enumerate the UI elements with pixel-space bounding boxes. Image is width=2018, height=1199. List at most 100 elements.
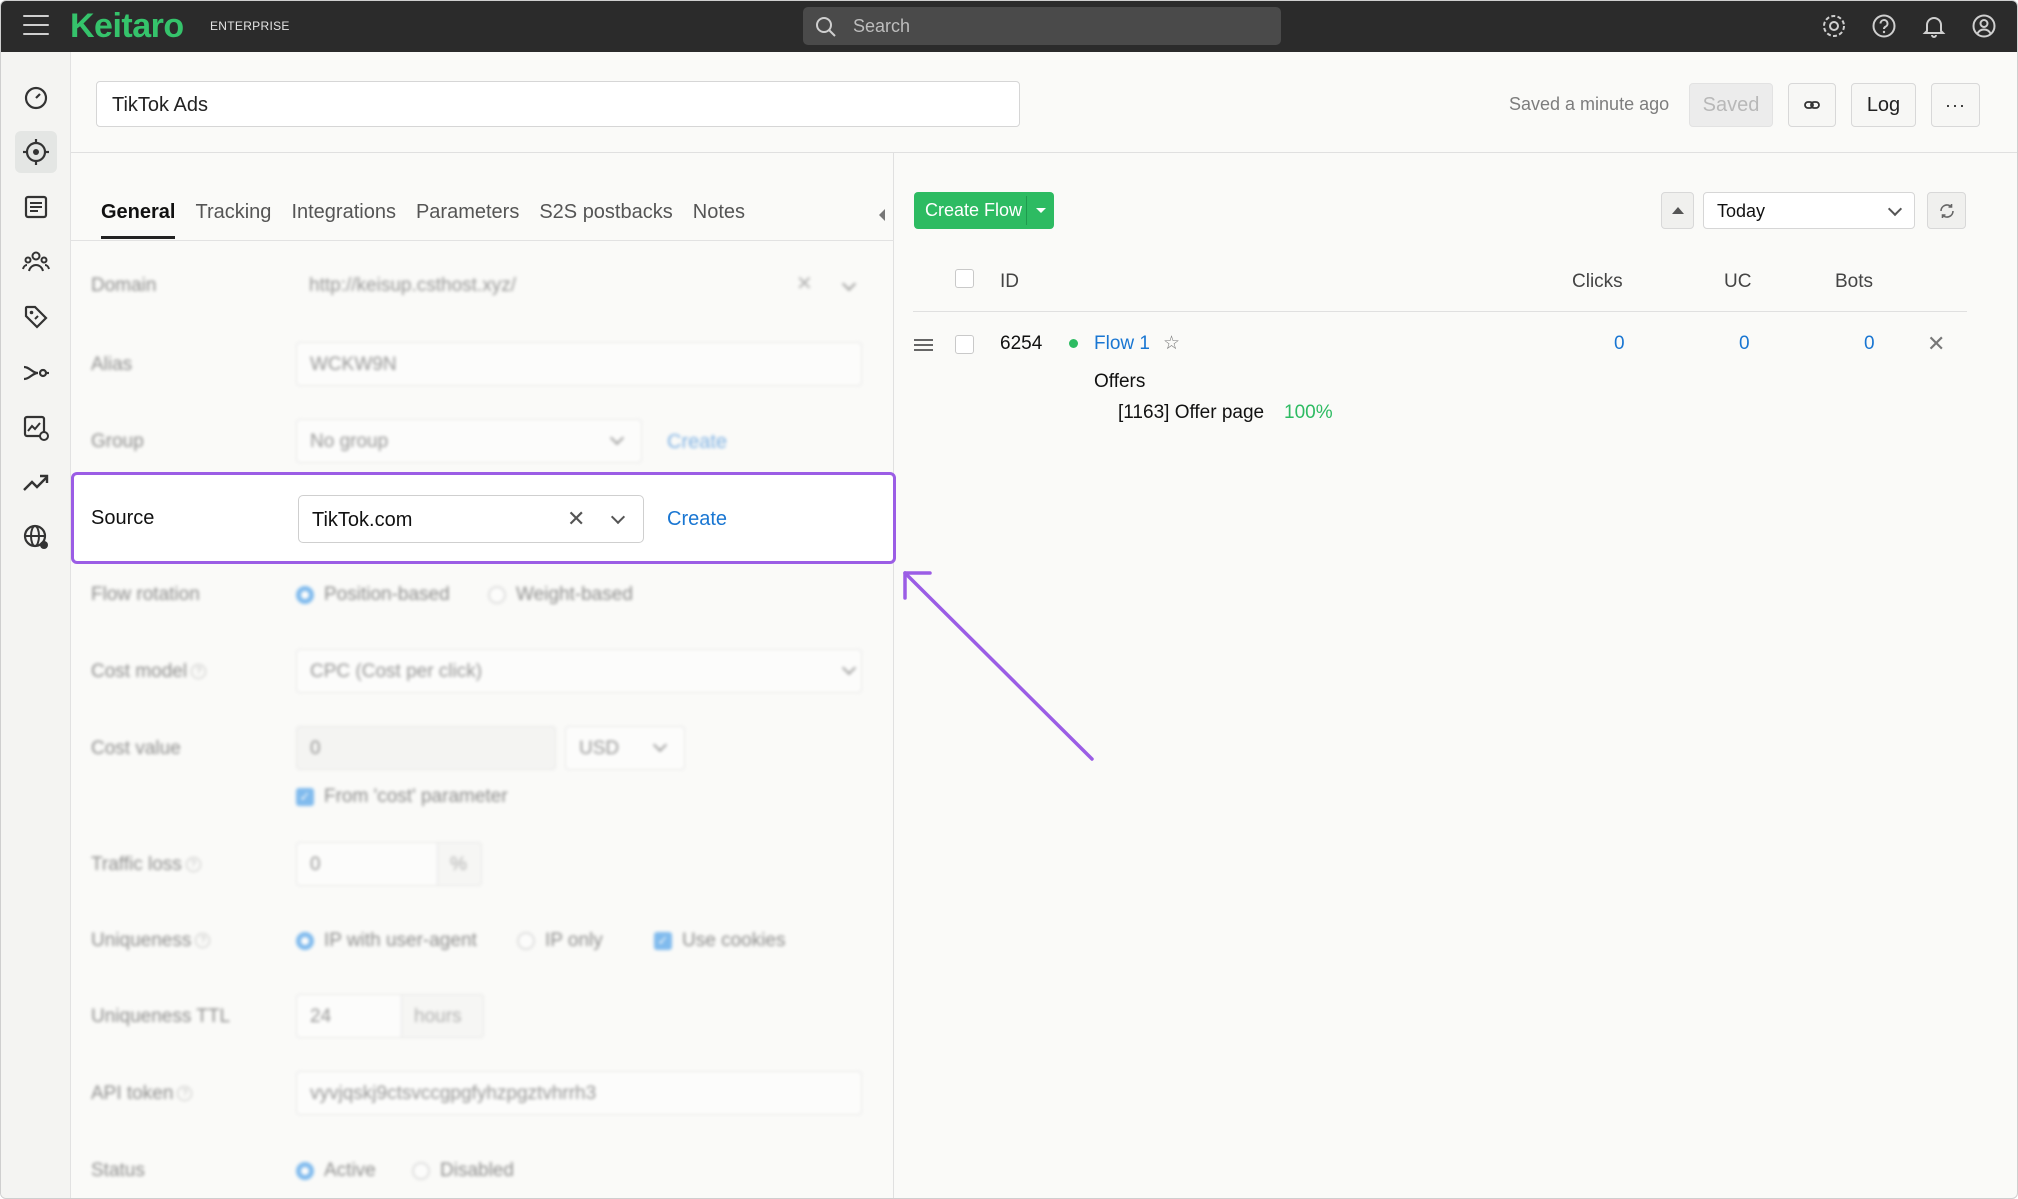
- column-header-id[interactable]: ID: [1000, 271, 1019, 293]
- saved-status: Saved a minute ago: [1509, 94, 1670, 114]
- campaign-name-input[interactable]: TikTok Ads: [96, 81, 1020, 127]
- offer-item[interactable]: [1163] Offer page: [1118, 402, 1264, 424]
- source-label: Source: [91, 507, 155, 529]
- dashboard-icon[interactable]: [15, 77, 57, 119]
- link-icon: [1804, 101, 1820, 109]
- gear-icon[interactable]: [1821, 13, 1847, 39]
- flow-name-link[interactable]: Flow 1: [1094, 333, 1150, 355]
- left-rail: [1, 52, 71, 1198]
- drag-handle-icon[interactable]: [914, 339, 933, 354]
- user-icon[interactable]: [1971, 13, 1997, 39]
- landing-pages-icon[interactable]: [15, 186, 57, 228]
- tab-notes[interactable]: Notes: [693, 201, 745, 239]
- api-token-label: API token?: [91, 1083, 193, 1105]
- flow-uc[interactable]: 0: [1739, 333, 1750, 355]
- refresh-button[interactable]: [1927, 192, 1966, 229]
- date-range-value: Today: [1717, 201, 1766, 221]
- date-range-select[interactable]: Today: [1703, 192, 1915, 229]
- log-button[interactable]: Log: [1851, 83, 1916, 127]
- refresh-icon: [1939, 203, 1954, 218]
- domain-select[interactable]: http://keisup.csthost.xyz/: [296, 264, 862, 308]
- traffic-loss-label: Traffic loss?: [91, 854, 201, 876]
- top-bar: Keitaro ENTERPRISE Search: [1, 1, 2017, 52]
- help-icon[interactable]: [1871, 13, 1897, 39]
- offer-share: 100%: [1284, 402, 1333, 423]
- domain-label: Domain: [91, 275, 157, 296]
- split-divider: [1026, 196, 1027, 225]
- group-create-link[interactable]: Create: [667, 431, 727, 454]
- from-cost-param-checkbox[interactable]: ✓ From 'cost' parameter: [296, 786, 508, 808]
- collapse-panel-icon[interactable]: [879, 209, 885, 221]
- cost-value-label: Cost value: [91, 738, 181, 759]
- table-header-divider: [913, 311, 1967, 312]
- domain-clear-icon[interactable]: ✕: [796, 271, 813, 296]
- traffic-sources-icon[interactable]: [15, 352, 57, 394]
- search-input[interactable]: Search: [803, 7, 1281, 45]
- group-select[interactable]: No group: [296, 419, 642, 463]
- source-select[interactable]: TikTok.com ✕: [298, 495, 644, 543]
- uniqueness-label: Uniqueness?: [91, 930, 211, 952]
- uniqueness-ttl-label: Uniqueness TTL: [91, 1006, 231, 1027]
- triangle-up-icon: [1672, 207, 1684, 214]
- traffic-loss-input[interactable]: 0: [296, 842, 438, 886]
- create-flow-dropdown-icon[interactable]: [1036, 208, 1046, 213]
- offers-label: Offers: [1094, 371, 1146, 392]
- tab-s2s-postbacks[interactable]: S2S postbacks: [539, 201, 672, 239]
- trends-icon[interactable]: [15, 462, 57, 504]
- status-indicator: [1069, 339, 1078, 348]
- rotation-position-radio[interactable]: Position-based: [296, 584, 450, 606]
- flow-bots[interactable]: 0: [1864, 333, 1875, 355]
- star-icon[interactable]: ☆: [1163, 332, 1180, 355]
- tab-parameters[interactable]: Parameters: [416, 201, 519, 239]
- offers-icon[interactable]: [15, 296, 57, 338]
- select-all-checkbox[interactable]: [955, 269, 974, 288]
- domains-icon[interactable]: [15, 516, 57, 558]
- api-token-input[interactable]: vyvjqskj9ctsvccgpgfyhzpgztvhrrh3: [296, 1071, 862, 1115]
- alias-input[interactable]: WCKW9N: [296, 342, 862, 386]
- create-flow-button[interactable]: Create Flow: [914, 192, 1054, 229]
- source-create-link[interactable]: Create: [667, 508, 727, 531]
- link-button[interactable]: [1788, 83, 1836, 127]
- search-placeholder: Search: [853, 16, 911, 36]
- settings-tabs: General Tracking Integrations Parameters…: [101, 201, 745, 239]
- flow-clicks[interactable]: 0: [1614, 333, 1625, 355]
- reports-icon[interactable]: [15, 407, 57, 449]
- settings-panel: General Tracking Integrations Parameters…: [71, 153, 894, 1198]
- row-checkbox[interactable]: [955, 335, 974, 354]
- campaigns-icon[interactable]: [15, 131, 57, 173]
- percent-suffix: %: [438, 842, 482, 886]
- flow-rotation-label: Flow rotation: [91, 584, 200, 605]
- remove-flow-icon[interactable]: ✕: [1927, 331, 1945, 357]
- uniqueness-ip-ua-radio[interactable]: IP with user-agent: [296, 930, 477, 952]
- group-label: Group: [91, 431, 144, 452]
- uniqueness-ip-only-radio[interactable]: IP only: [517, 930, 603, 952]
- affiliate-networks-icon[interactable]: [15, 241, 57, 283]
- more-button[interactable]: ···: [1931, 83, 1980, 127]
- settings-form: Domain http://keisup.csthost.xyz/ ✕ Alia…: [71, 241, 894, 1198]
- menu-icon[interactable]: [23, 15, 49, 37]
- logo[interactable]: Keitaro: [70, 7, 184, 46]
- tab-integrations[interactable]: Integrations: [291, 201, 396, 239]
- cost-value-input[interactable]: 0: [296, 726, 556, 770]
- sort-toggle-button[interactable]: [1661, 192, 1694, 229]
- uniqueness-ttl-input[interactable]: 24: [296, 994, 402, 1038]
- column-header-clicks[interactable]: Clicks: [1572, 271, 1623, 293]
- use-cookies-checkbox[interactable]: ✓ Use cookies: [654, 930, 786, 952]
- status-disabled-radio[interactable]: Disabled: [412, 1160, 514, 1182]
- column-header-uc[interactable]: UC: [1724, 271, 1751, 293]
- status-active-radio[interactable]: Active: [296, 1160, 376, 1182]
- cost-model-select[interactable]: CPC (Cost per click): [296, 649, 862, 693]
- source-value: TikTok.com: [312, 509, 413, 531]
- tab-general[interactable]: General: [101, 201, 176, 239]
- source-row-highlight: Source TikTok.com ✕ Create: [71, 472, 896, 564]
- status-label: Status: [91, 1160, 145, 1181]
- chevron-down-icon: [1887, 201, 1903, 217]
- bell-icon[interactable]: [1921, 13, 1947, 39]
- chevron-down-icon[interactable]: [610, 509, 626, 525]
- currency-select[interactable]: USD: [565, 726, 685, 770]
- saved-button[interactable]: Saved: [1689, 83, 1773, 127]
- tab-tracking[interactable]: Tracking: [195, 201, 271, 239]
- column-header-bots[interactable]: Bots: [1835, 271, 1873, 293]
- clear-icon[interactable]: ✕: [567, 506, 585, 532]
- rotation-weight-radio[interactable]: Weight-based: [488, 584, 633, 606]
